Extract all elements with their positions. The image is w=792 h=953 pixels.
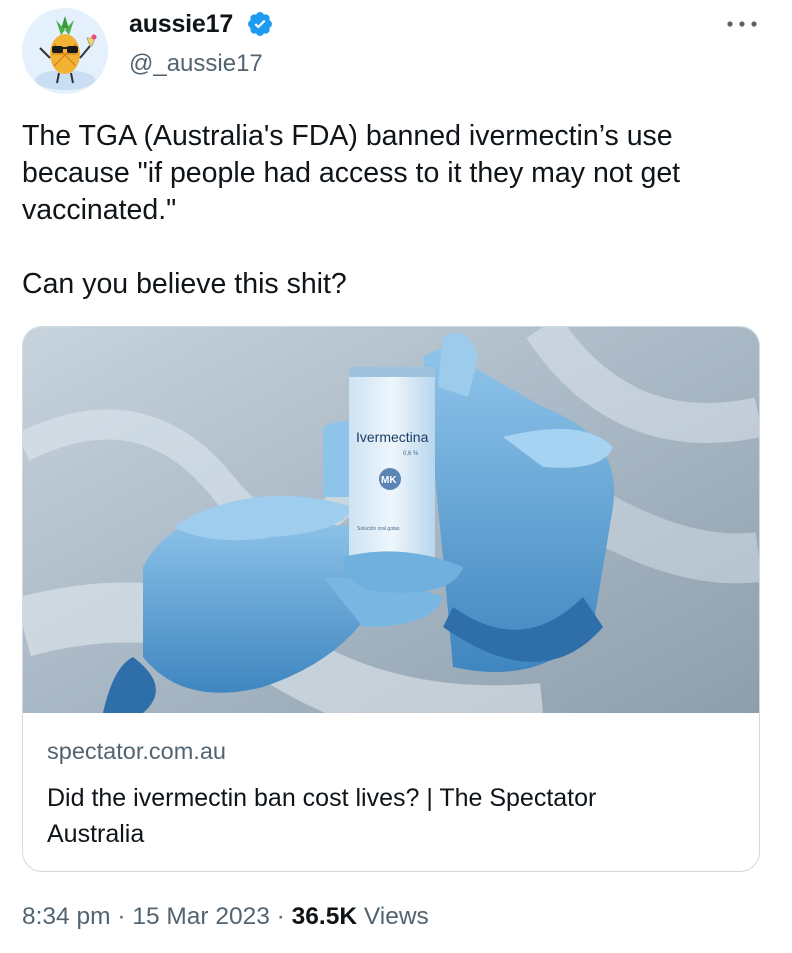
- card-domain: spectator.com.au: [47, 738, 226, 764]
- card-title: Did the ivermectin ban cost lives? | The…: [47, 784, 597, 848]
- tweet-meta: 8:34 pm · 15 Mar 2023 · 36.5K Views: [22, 903, 429, 931]
- verified-badge-icon: [248, 12, 272, 36]
- separator-dot: ·: [269, 903, 292, 930]
- tweet-date[interactable]: 15 Mar 2023: [132, 903, 270, 930]
- avatar[interactable]: [22, 8, 108, 94]
- tweet-time[interactable]: 8:34 pm: [22, 903, 111, 930]
- views-label: Views: [357, 903, 429, 930]
- bottle-label: Ivermectina: [356, 429, 429, 445]
- user-handle[interactable]: @_aussie17: [129, 50, 263, 78]
- pineapple-avatar-icon: [35, 16, 97, 90]
- bottle-logo: MK: [381, 475, 397, 486]
- display-name[interactable]: aussie17: [129, 10, 233, 39]
- link-card[interactable]: Ivermectina 0,6 % MK Solución oral gotas…: [22, 326, 760, 872]
- separator-dot: ·: [110, 903, 133, 930]
- bottle-concentration: 0,6 %: [403, 451, 419, 457]
- bottle-subtext: Solución oral gotas: [357, 526, 400, 532]
- article-image: Ivermectina 0,6 % MK Solución oral gotas: [23, 327, 759, 713]
- views-count: 36.5K: [291, 903, 358, 930]
- tweet-text: The TGA (Australia's FDA) banned ivermec…: [22, 120, 681, 300]
- more-options-icon[interactable]: [724, 14, 760, 34]
